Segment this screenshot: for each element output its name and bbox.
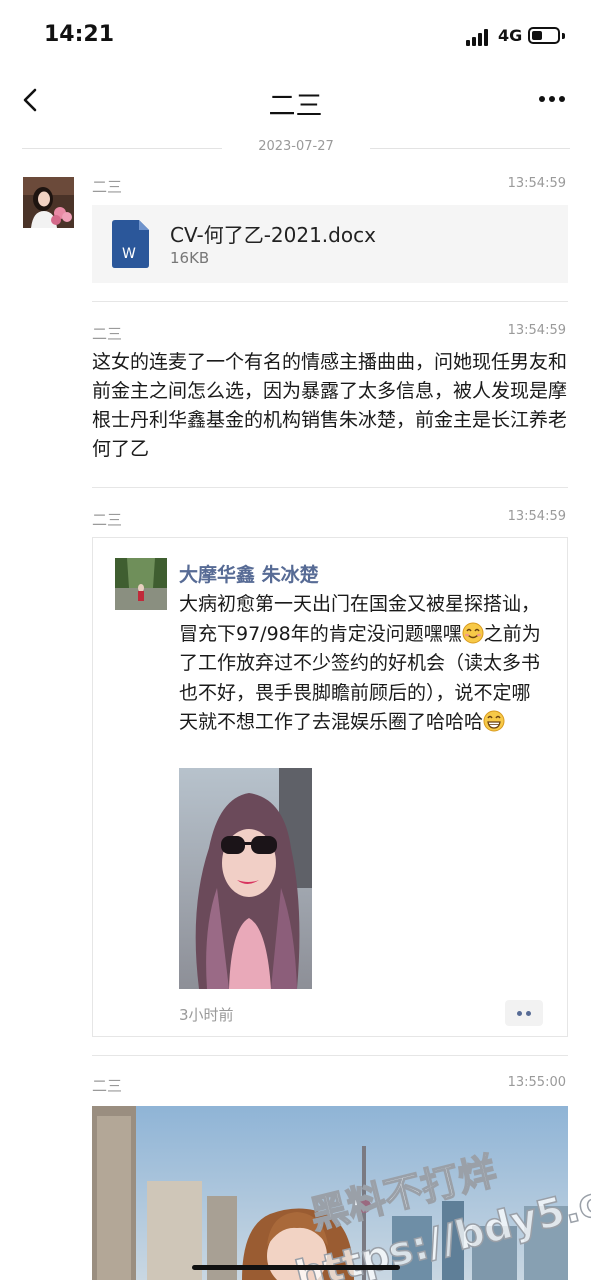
status-time: 14:21 [44,22,115,47]
battery-icon [528,27,560,44]
sender-name: 二三 [92,1077,123,1095]
word-document-icon: W [112,220,149,268]
moment-card[interactable]: 大摩华鑫 朱冰楚 大病初愈第一天出门在国金又被星探搭讪，冒充下97/98年的肯定… [92,537,568,1037]
network-type: 4G [498,26,523,45]
date-divider: 2023-07-27 [22,138,570,158]
moment-author[interactable]: 大摩华鑫 朱冰楚 [179,560,319,587]
status-bar: 14:21 4G [0,0,591,70]
moment-avatar[interactable] [115,558,167,610]
sender-name: 二三 [92,178,123,196]
message-time: 13:54:59 [507,176,566,191]
message-time: 13:54:59 [507,509,566,524]
divider [92,487,568,488]
grin-emoji-icon [483,710,505,732]
chat-title: 二三 [268,91,323,122]
message-text: 这女的连麦了一个有名的情感主播曲曲，问她现任男友和前金主之间怎么选，因为暴露了太… [92,351,568,460]
message-time: 13:55:00 [507,1075,566,1090]
sender-name: 二三 [92,325,123,343]
file-attachment[interactable]: W CV-何了乙-2021.docx 16KB [92,205,568,283]
moment-posted-time: 3小时前 [179,1006,234,1024]
more-icon[interactable] [536,96,568,104]
file-name: CV-何了乙-2021.docx [170,223,376,247]
svg-text:W: W [122,246,136,262]
date-label: 2023-07-27 [246,139,346,154]
moment-photo[interactable] [179,768,312,989]
moment-text: 大病初愈第一天出门在国金又被星探搭讪，冒充下97/98年的肯定没问题嘿嘿 之前为了… [179,590,545,738]
battery-tip [562,33,565,39]
message-image[interactable] [92,1106,568,1280]
signal-icon [466,28,490,46]
home-indicator [192,1265,400,1270]
avatar[interactable] [23,177,74,228]
message-time: 13:54:59 [507,323,566,338]
sender-name: 二三 [92,511,123,529]
divider [92,301,568,302]
smile-emoji-icon [462,622,484,643]
divider [92,1055,568,1056]
file-size: 16KB [170,249,210,267]
moment-more-button[interactable] [505,1000,543,1026]
